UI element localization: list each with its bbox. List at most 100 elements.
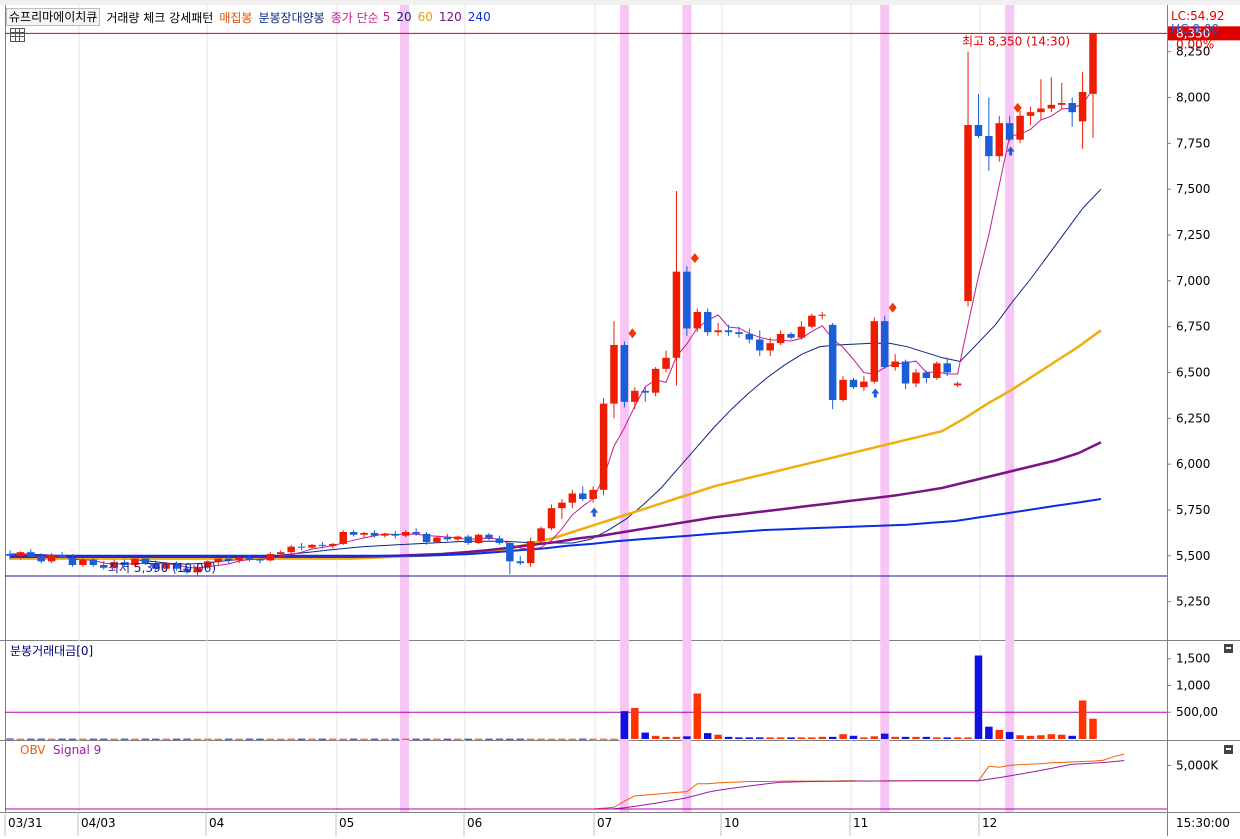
candle-body[interactable] xyxy=(683,271,691,329)
candle-body[interactable] xyxy=(245,557,254,560)
candle-body[interactable] xyxy=(797,326,806,338)
candle-body[interactable] xyxy=(547,508,556,529)
stock-chart-svg[interactable]: 1,500 1,000 500,00 5,000K 최고 8,350 (14:30)… xyxy=(0,0,1240,836)
candle-body[interactable] xyxy=(693,312,702,329)
candle-body[interactable] xyxy=(631,390,639,402)
grid-icon[interactable] xyxy=(10,28,25,42)
candle-body[interactable] xyxy=(662,357,670,369)
candle-body[interactable] xyxy=(224,558,233,561)
candle-body[interactable] xyxy=(922,372,931,379)
candle-body[interactable] xyxy=(329,543,337,546)
candle-body[interactable] xyxy=(1016,115,1024,140)
candle-body[interactable] xyxy=(985,136,993,157)
candle-body[interactable] xyxy=(776,334,785,344)
candle-body[interactable] xyxy=(558,502,566,509)
candle-body[interactable] xyxy=(651,368,660,393)
candle-body[interactable] xyxy=(37,556,45,562)
candle-body[interactable] xyxy=(537,528,545,542)
candle-body[interactable] xyxy=(891,361,899,368)
candle-body[interactable] xyxy=(641,390,649,393)
candle-body[interactable] xyxy=(828,324,837,400)
candle-body[interactable] xyxy=(818,314,826,316)
candle-body[interactable] xyxy=(974,125,983,136)
candle-body[interactable] xyxy=(370,532,379,536)
volume-panel-minimize-button[interactable] xyxy=(1224,644,1233,653)
candle-body[interactable] xyxy=(766,343,774,351)
candle-body[interactable] xyxy=(808,315,816,327)
candle-body[interactable] xyxy=(1005,123,1014,140)
candle-body[interactable] xyxy=(672,271,681,358)
candle-body[interactable] xyxy=(99,565,108,568)
candle-body[interactable] xyxy=(349,532,358,535)
candle-body[interactable] xyxy=(589,489,597,499)
candle-body[interactable] xyxy=(1037,108,1045,113)
candle-body[interactable] xyxy=(464,536,472,543)
candle-body[interactable] xyxy=(287,546,295,553)
candle-body[interactable] xyxy=(1026,112,1035,116)
candle-body[interactable] xyxy=(27,552,35,557)
candle-body[interactable] xyxy=(506,543,514,562)
candle-body[interactable] xyxy=(880,321,889,367)
candle-body[interactable] xyxy=(6,554,14,556)
candle-body[interactable] xyxy=(703,312,712,333)
candle-body[interactable] xyxy=(79,559,87,566)
candle-body[interactable] xyxy=(1089,33,1097,94)
candle-body[interactable] xyxy=(474,534,483,543)
candle-body[interactable] xyxy=(860,381,868,388)
stock-name-label[interactable]: 슈프리마에이치큐 xyxy=(6,8,101,26)
candle-body[interactable] xyxy=(953,383,962,386)
price-tick-label: 5,500 xyxy=(1176,549,1210,563)
candle-body[interactable] xyxy=(58,554,66,558)
candle-body[interactable] xyxy=(266,554,275,561)
candle-body[interactable] xyxy=(735,332,743,334)
candle-body[interactable] xyxy=(235,557,243,561)
candle-body[interactable] xyxy=(568,493,577,503)
candle-body[interactable] xyxy=(1058,103,1066,105)
candle-body[interactable] xyxy=(485,534,493,539)
candle-body[interactable] xyxy=(443,537,452,540)
candle-body[interactable] xyxy=(401,532,410,536)
candle-body[interactable] xyxy=(433,537,441,543)
candle-body[interactable] xyxy=(756,339,764,351)
candle-body[interactable] xyxy=(454,536,462,540)
candle-body[interactable] xyxy=(391,533,400,536)
candle-body[interactable] xyxy=(912,372,920,384)
candle-body[interactable] xyxy=(620,345,629,402)
candle-body[interactable] xyxy=(1068,103,1076,113)
candle-body[interactable] xyxy=(526,541,535,564)
candle-body[interactable] xyxy=(360,532,368,535)
candle-body[interactable] xyxy=(308,544,316,548)
candle-body[interactable] xyxy=(277,552,285,554)
candle-body[interactable] xyxy=(995,123,1004,157)
candle-body[interactable] xyxy=(318,544,327,546)
candle-body[interactable] xyxy=(381,533,389,536)
candle-body[interactable] xyxy=(47,554,56,562)
candle-body[interactable] xyxy=(495,538,504,543)
candle-body[interactable] xyxy=(724,330,733,333)
candle-body[interactable] xyxy=(578,493,587,500)
candle-body[interactable] xyxy=(933,363,941,378)
candle-body[interactable] xyxy=(599,403,608,490)
candle-body[interactable] xyxy=(89,559,98,566)
candle-body[interactable] xyxy=(610,345,618,404)
candle-body[interactable] xyxy=(870,321,879,382)
candle-body[interactable] xyxy=(297,546,306,548)
candle-body[interactable] xyxy=(1078,92,1087,122)
candle-body[interactable] xyxy=(68,557,77,565)
candle-body[interactable] xyxy=(787,334,795,338)
candle-body[interactable] xyxy=(745,334,754,340)
candle-body[interactable] xyxy=(412,532,420,534)
candle-body[interactable] xyxy=(849,379,858,388)
candle-body[interactable] xyxy=(339,532,347,544)
candle-body[interactable] xyxy=(16,552,25,556)
candle-body[interactable] xyxy=(714,330,722,333)
candle-body[interactable] xyxy=(839,379,847,400)
candle-body[interactable] xyxy=(943,363,951,373)
candle-body[interactable] xyxy=(964,125,972,301)
candle-body[interactable] xyxy=(516,561,525,564)
candle-body[interactable] xyxy=(1047,104,1056,109)
candle-body[interactable] xyxy=(256,559,264,561)
obv-panel-minimize-button[interactable] xyxy=(1224,745,1233,754)
candle-body[interactable] xyxy=(901,361,910,384)
candle-body[interactable] xyxy=(422,533,431,543)
